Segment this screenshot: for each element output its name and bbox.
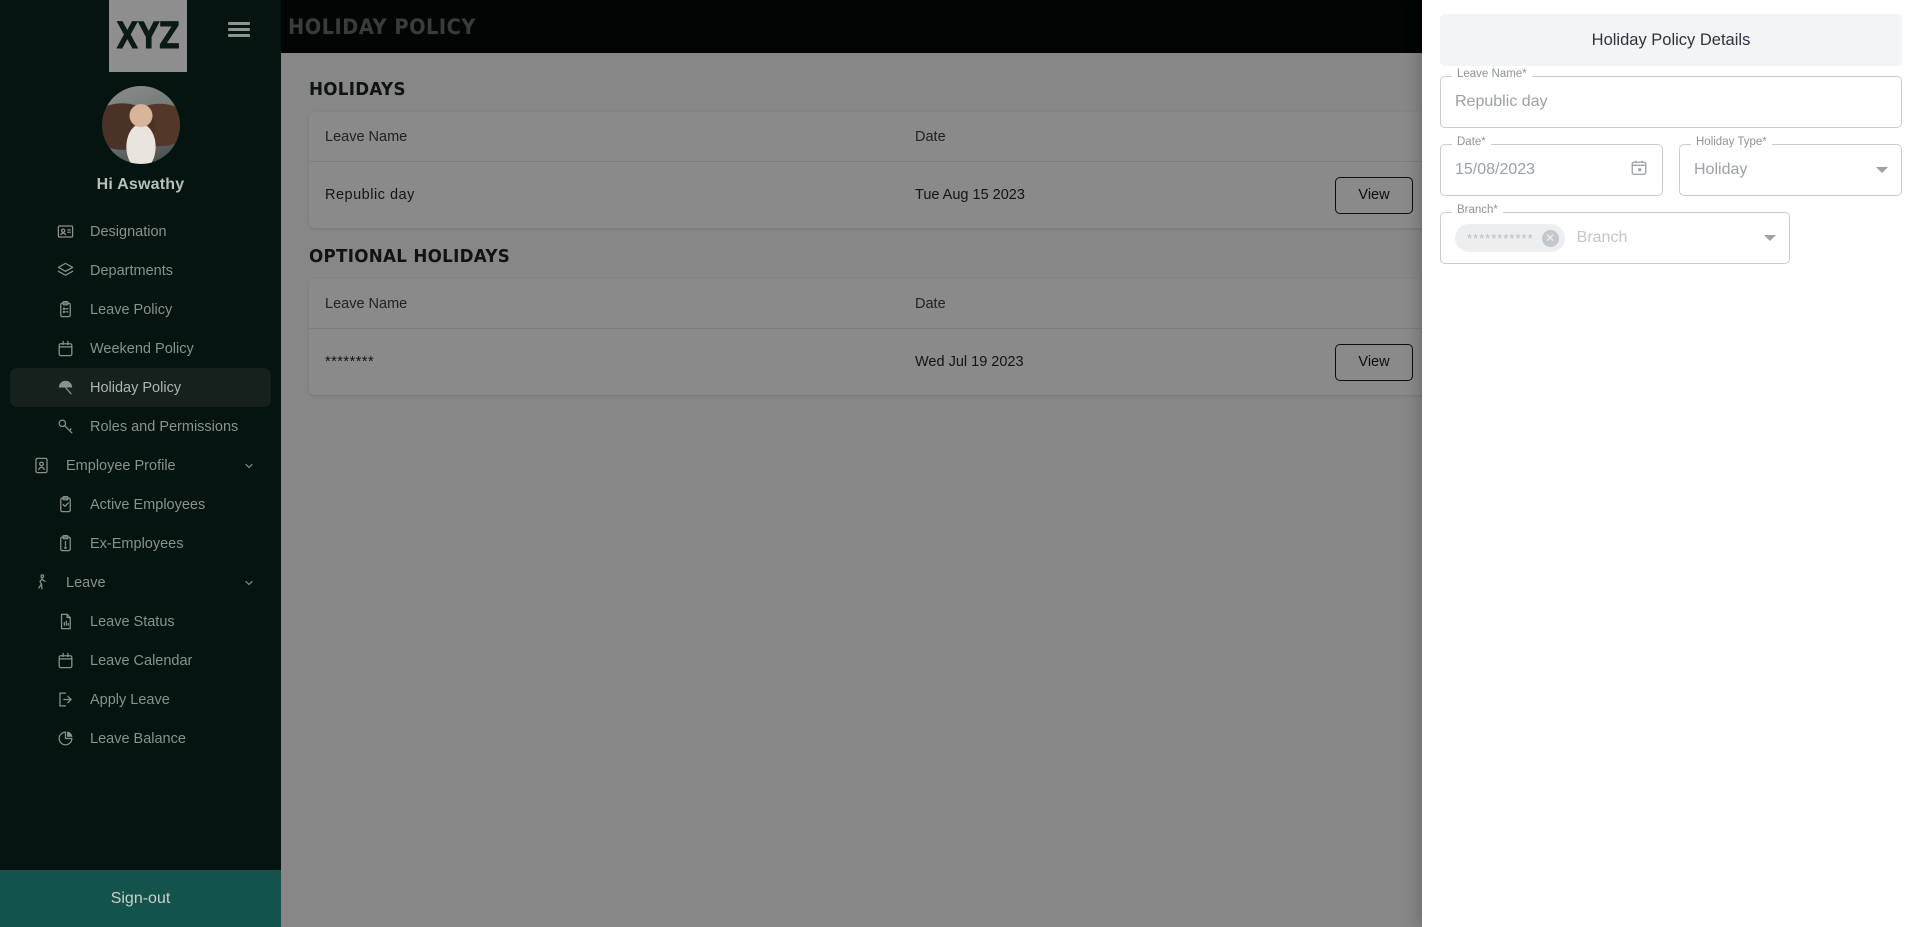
- chevron-down-icon[interactable]: [1764, 235, 1776, 241]
- sidebar-item-label: Ex-Employees: [90, 535, 184, 552]
- calendar-icon: [54, 650, 76, 672]
- column-header-leave-name: Leave Name: [325, 295, 408, 312]
- sidebar-item-leave-status[interactable]: Leave Status: [10, 602, 271, 641]
- date-field[interactable]: Date* 15/08/2023: [1440, 136, 1663, 196]
- cancel-icon[interactable]: ✕: [1541, 229, 1559, 247]
- user-greeting: Hi Aswathy: [96, 176, 185, 193]
- sidebar-item-label: Leave Calendar: [90, 652, 193, 669]
- sidebar-menu: Designation Departments Leave Policy Weeken…: [0, 212, 281, 758]
- page-title: HOLIDAY POLICY: [288, 14, 476, 39]
- file-chart-icon: [54, 611, 76, 633]
- sidebar-item-weekend-policy[interactable]: Weekend Policy: [10, 329, 271, 368]
- sidebar-item-ex-employees[interactable]: Ex-Employees: [10, 524, 271, 563]
- hamburger-icon[interactable]: [228, 22, 250, 40]
- sidebar-item-label: Leave Status: [90, 613, 175, 630]
- clipboard-alert-icon: [54, 533, 76, 555]
- leave-name-value: Republic day: [1455, 93, 1548, 110]
- sign-out-button[interactable]: Sign-out: [0, 870, 281, 927]
- date-label: Date*: [1452, 136, 1491, 149]
- column-header-date: Date: [915, 128, 946, 145]
- calendar-picker-icon[interactable]: [1630, 159, 1648, 182]
- avatar[interactable]: [101, 86, 180, 164]
- sidebar-item-label: Designation: [90, 223, 167, 240]
- sidebar-item-label: Employee Profile: [66, 457, 176, 474]
- sidebar-item-leave-calendar[interactable]: Leave Calendar: [10, 641, 271, 680]
- holiday-type-label: Holiday Type*: [1691, 136, 1772, 149]
- cell-leave-name: Republic day: [325, 187, 415, 203]
- clipboard-list-icon: [54, 299, 76, 321]
- chevron-down-icon[interactable]: [243, 577, 255, 589]
- branch-label: Branch*: [1452, 204, 1503, 217]
- app-logo[interactable]: XYZ: [108, 0, 187, 72]
- sidebar-item-label: Leave Policy: [90, 301, 173, 318]
- chevron-down-icon[interactable]: [1876, 167, 1888, 173]
- holiday-policy-details-panel: Holiday Policy Details Leave Name* Repub…: [1422, 0, 1920, 927]
- walking-icon: [30, 572, 52, 594]
- leave-name-label: Leave Name*: [1452, 68, 1532, 81]
- sidebar-item-label: Weekend Policy: [90, 340, 194, 357]
- logout-arrow-icon: [54, 689, 76, 711]
- sidebar-item-label: Apply Leave: [90, 691, 170, 708]
- app-root: XYZ Hi Aswathy Designation Departments Lea…: [0, 0, 1920, 927]
- avatar-wrapper: [0, 86, 281, 164]
- view-button[interactable]: View: [1335, 343, 1413, 381]
- sidebar-item-label: Roles and Permissions: [90, 418, 239, 435]
- branch-placeholder: Branch: [1576, 229, 1628, 246]
- sidebar-item-holiday-policy[interactable]: Holiday Policy: [10, 368, 271, 407]
- id-card-icon: [54, 221, 76, 243]
- layers-icon: [54, 260, 76, 282]
- chevron-down-icon[interactable]: [243, 460, 255, 472]
- date-type-row: Date* 15/08/2023 Holiday Type* Holiday: [1440, 136, 1902, 212]
- branch-field[interactable]: Branch* *********** ✕ Branch: [1440, 204, 1790, 264]
- sidebar-item-leave-balance[interactable]: Leave Balance: [10, 719, 271, 758]
- logo-text: XYZ: [115, 14, 181, 58]
- sign-out-label: Sign-out: [110, 889, 171, 907]
- sidebar-item-label: Leave Balance: [90, 730, 186, 747]
- holiday-type-value: Holiday: [1694, 161, 1748, 178]
- sidebar-logo-row: XYZ: [0, 0, 281, 72]
- umbrella-icon: [54, 377, 76, 399]
- user-badge-icon: [30, 455, 52, 477]
- sidebar-item-leave[interactable]: Leave: [10, 563, 271, 602]
- sidebar-item-departments[interactable]: Departments: [10, 251, 271, 290]
- key-icon: [54, 416, 76, 438]
- sidebar-item-leave-policy[interactable]: Leave Policy: [10, 290, 271, 329]
- sidebar-item-roles-and-permissions[interactable]: Roles and Permissions: [10, 407, 271, 446]
- column-header-leave-name: Leave Name: [325, 128, 408, 145]
- cell-leave-name: ********: [325, 354, 375, 370]
- column-header-date: Date: [915, 295, 946, 312]
- sidebar-item-apply-leave[interactable]: Apply Leave: [10, 680, 271, 719]
- calendar-icon: [54, 338, 76, 360]
- sidebar-item-employee-profile[interactable]: Employee Profile: [10, 446, 271, 485]
- holiday-type-field[interactable]: Holiday Type* Holiday: [1679, 136, 1902, 196]
- pie-chart-icon: [54, 728, 76, 750]
- sidebar: XYZ Hi Aswathy Designation Departments Lea…: [0, 0, 281, 927]
- clipboard-check-icon: [54, 494, 76, 516]
- sidebar-item-designation[interactable]: Designation: [10, 212, 271, 251]
- branch-chip-text: ***********: [1467, 230, 1534, 246]
- sidebar-item-label: Holiday Policy: [90, 379, 182, 396]
- sidebar-item-active-employees[interactable]: Active Employees: [10, 485, 271, 524]
- cell-date: Tue Aug 15 2023: [915, 187, 1025, 203]
- sidebar-item-label: Active Employees: [90, 496, 206, 513]
- branch-chip[interactable]: *********** ✕: [1455, 224, 1565, 252]
- cell-date: Wed Jul 19 2023: [915, 354, 1024, 370]
- leave-name-field[interactable]: Leave Name* Republic day: [1440, 68, 1902, 128]
- view-button[interactable]: View: [1335, 176, 1413, 214]
- sidebar-item-label: Departments: [90, 262, 174, 279]
- date-value: 15/08/2023: [1455, 161, 1536, 178]
- panel-title-text: Holiday Policy Details: [1591, 30, 1751, 49]
- panel-title: Holiday Policy Details: [1440, 14, 1902, 66]
- sidebar-item-label: Leave: [66, 574, 106, 591]
